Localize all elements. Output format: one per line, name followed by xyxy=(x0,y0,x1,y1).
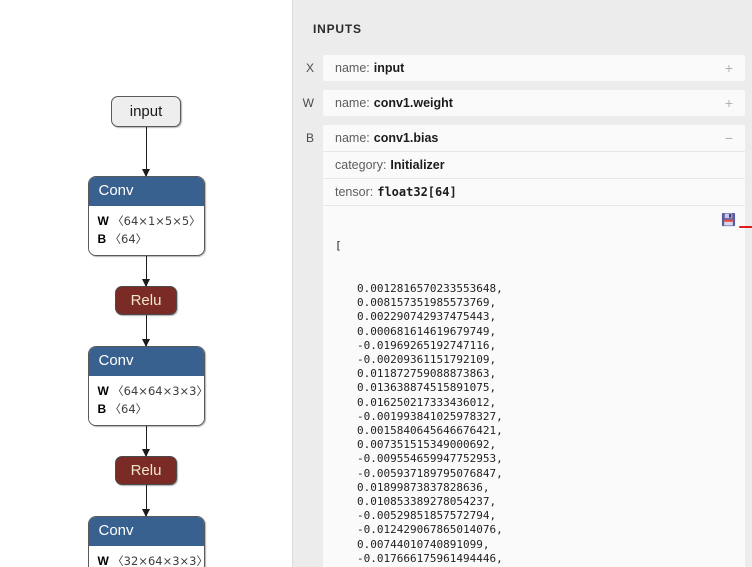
graph-node-conv-3[interactable]: Conv W 〈32×64×3×3〉 B 〈32〉 xyxy=(87,516,205,567)
tensor-value-line: -0.017666175961494446, xyxy=(357,551,503,565)
graph-node-conv-1[interactable]: Conv W 〈64×1×5×5〉 B 〈64〉 xyxy=(87,176,205,256)
node-attribute-row: W 〈64×1×5×5〉 xyxy=(97,212,201,230)
argument-letter: X xyxy=(305,61,314,75)
attribute-key: B xyxy=(97,232,107,246)
row-value: input xyxy=(373,61,405,75)
collapse-toggle-icon[interactable]: − xyxy=(715,131,733,145)
tensor-value-line: 0.016250217333436012, xyxy=(357,395,497,409)
node-attributes: W 〈64×1×5×5〉 B 〈64〉 xyxy=(88,206,204,255)
argument-card[interactable]: name: conv1.weight + xyxy=(323,90,745,116)
tensor-value-line: -0.009554659947752953, xyxy=(357,452,503,466)
argument-letter: B xyxy=(305,131,314,145)
tensor-value-line: -0.01969265192747116, xyxy=(357,338,497,352)
tensor-value-line: 0.0015840645646676421, xyxy=(357,424,503,438)
tensor-open-bracket: [ xyxy=(335,239,342,253)
argument-card[interactable]: name: input + xyxy=(323,55,745,81)
tensor-value-line: 0.010853389278054237, xyxy=(357,495,497,509)
tensor-value-line: 0.013638874515891075, xyxy=(357,381,497,395)
row-label: name: xyxy=(335,61,370,75)
node-label: Conv xyxy=(88,177,204,206)
node-attribute-row: W 〈32×64×3×3〉 xyxy=(97,552,204,567)
graph-node-stack: input Conv W 〈64×1×5×5〉 B 〈64〉 Relu Conv… xyxy=(0,96,292,567)
node-label: Relu xyxy=(130,292,162,309)
inputs-sidebar: INPUTS X name: input + W name: conv1.wei… xyxy=(292,0,752,567)
save-tensor-icon[interactable] xyxy=(721,212,736,227)
tensor-value-line: 0.002290742937475443, xyxy=(357,310,497,324)
tensor-value-line: -0.00529851857572794, xyxy=(357,509,497,523)
argument-card[interactable]: name: conv1.bias − category: Initializer… xyxy=(323,125,745,567)
node-label: Conv xyxy=(88,517,204,546)
row-label: name: xyxy=(335,96,370,110)
argument-tensor-row: tensor: float32[64] xyxy=(323,179,745,206)
tensor-value-line: -0.005937189795076847, xyxy=(357,466,503,480)
tensor-value-line: 0.01899873837828636, xyxy=(357,480,490,494)
graph-node-relu-2[interactable]: Relu xyxy=(114,456,178,485)
attribute-value: 〈64〉 xyxy=(109,232,148,246)
row-label: tensor: xyxy=(335,185,374,199)
graph-canvas[interactable]: input Conv W 〈64×1×5×5〉 B 〈64〉 Relu Conv… xyxy=(0,0,292,567)
node-attributes: W 〈32×64×3×3〉 B 〈32〉 xyxy=(88,546,204,567)
attribute-key: B xyxy=(97,402,107,416)
inputs-argument-list: X name: input + W name: conv1.weight + B… xyxy=(293,55,752,567)
tensor-value-line: 0.011872759088873863, xyxy=(357,367,497,381)
graph-node-conv-2[interactable]: Conv W 〈64×64×3×3〉 B 〈64〉 xyxy=(87,346,205,426)
tensor-value-line: 0.000681614619679749, xyxy=(357,324,497,338)
tensor-value-line: -0.012429067865014076, xyxy=(357,523,503,537)
graph-scrollbar-track[interactable] xyxy=(281,0,571,567)
attribute-key: W xyxy=(97,554,109,567)
graph-edge xyxy=(141,315,150,347)
attribute-value: 〈32×64×3×3〉 xyxy=(112,554,205,567)
row-label: category: xyxy=(335,158,387,172)
attribute-value: 〈64〉 xyxy=(109,402,148,416)
row-value: float32[64] xyxy=(377,185,457,199)
tensor-value-line: 0.007351515349000692, xyxy=(357,438,497,452)
node-label: input xyxy=(129,103,163,120)
row-label: name: xyxy=(335,131,370,145)
graph-edge xyxy=(141,256,150,287)
node-label: Relu xyxy=(130,462,162,479)
argument-block-x: X name: input + xyxy=(293,55,752,81)
row-value: conv1.weight xyxy=(373,96,453,110)
row-value: conv1.bias xyxy=(373,131,439,145)
tensor-value-line: 0.008157351985573769, xyxy=(357,296,497,310)
attribute-value: 〈64×1×5×5〉 xyxy=(112,214,201,228)
expand-toggle-icon[interactable]: + xyxy=(715,96,733,110)
argument-block-w: W name: conv1.weight + xyxy=(293,90,752,116)
attribute-key: W xyxy=(97,384,109,398)
argument-block-b: B name: conv1.bias − category: Initializ… xyxy=(293,125,752,567)
graph-edge xyxy=(141,485,150,517)
node-attributes: W 〈64×64×3×3〉 B 〈64〉 xyxy=(88,376,204,425)
expand-toggle-icon[interactable]: + xyxy=(715,61,733,75)
graph-edge xyxy=(141,426,150,457)
node-label: Conv xyxy=(88,347,204,376)
graph-node-input[interactable]: input xyxy=(110,96,182,127)
sidebar-section-title: INPUTS xyxy=(313,22,362,36)
tensor-value-line: 0.00744010740891099, xyxy=(357,537,490,551)
tensor-value-line: -0.001993841025978327, xyxy=(357,409,503,423)
tensor-values-text: [ 0.0012816570233553648, 0.00815735198557… xyxy=(335,211,733,567)
row-value: Initializer xyxy=(390,158,445,172)
argument-name-row[interactable]: name: conv1.bias − xyxy=(323,125,745,152)
attribute-key: W xyxy=(97,214,109,228)
graph-node-relu-1[interactable]: Relu xyxy=(114,286,178,315)
node-attribute-row: B 〈64〉 xyxy=(98,230,195,248)
tensor-value-line: -0.00209361151792109, xyxy=(357,353,497,367)
red-underline-annotation xyxy=(739,226,752,228)
tensor-value-line: 0.0012816570233553648, xyxy=(357,282,503,296)
tensor-values-panel[interactable]: [ 0.0012816570233553648, 0.00815735198557… xyxy=(323,206,745,567)
argument-name-row[interactable]: name: input + xyxy=(323,55,745,81)
graph-edge xyxy=(141,127,150,177)
attribute-value: 〈64×64×3×3〉 xyxy=(112,384,205,398)
argument-letter: W xyxy=(302,96,314,110)
argument-category-row: category: Initializer xyxy=(323,152,745,179)
node-attribute-row: W 〈64×64×3×3〉 xyxy=(97,382,204,400)
argument-name-row[interactable]: name: conv1.weight + xyxy=(323,90,745,116)
node-attribute-row: B 〈64〉 xyxy=(98,400,195,418)
netron-model-viewer: input Conv W 〈64×1×5×5〉 B 〈64〉 Relu Conv… xyxy=(0,0,752,567)
